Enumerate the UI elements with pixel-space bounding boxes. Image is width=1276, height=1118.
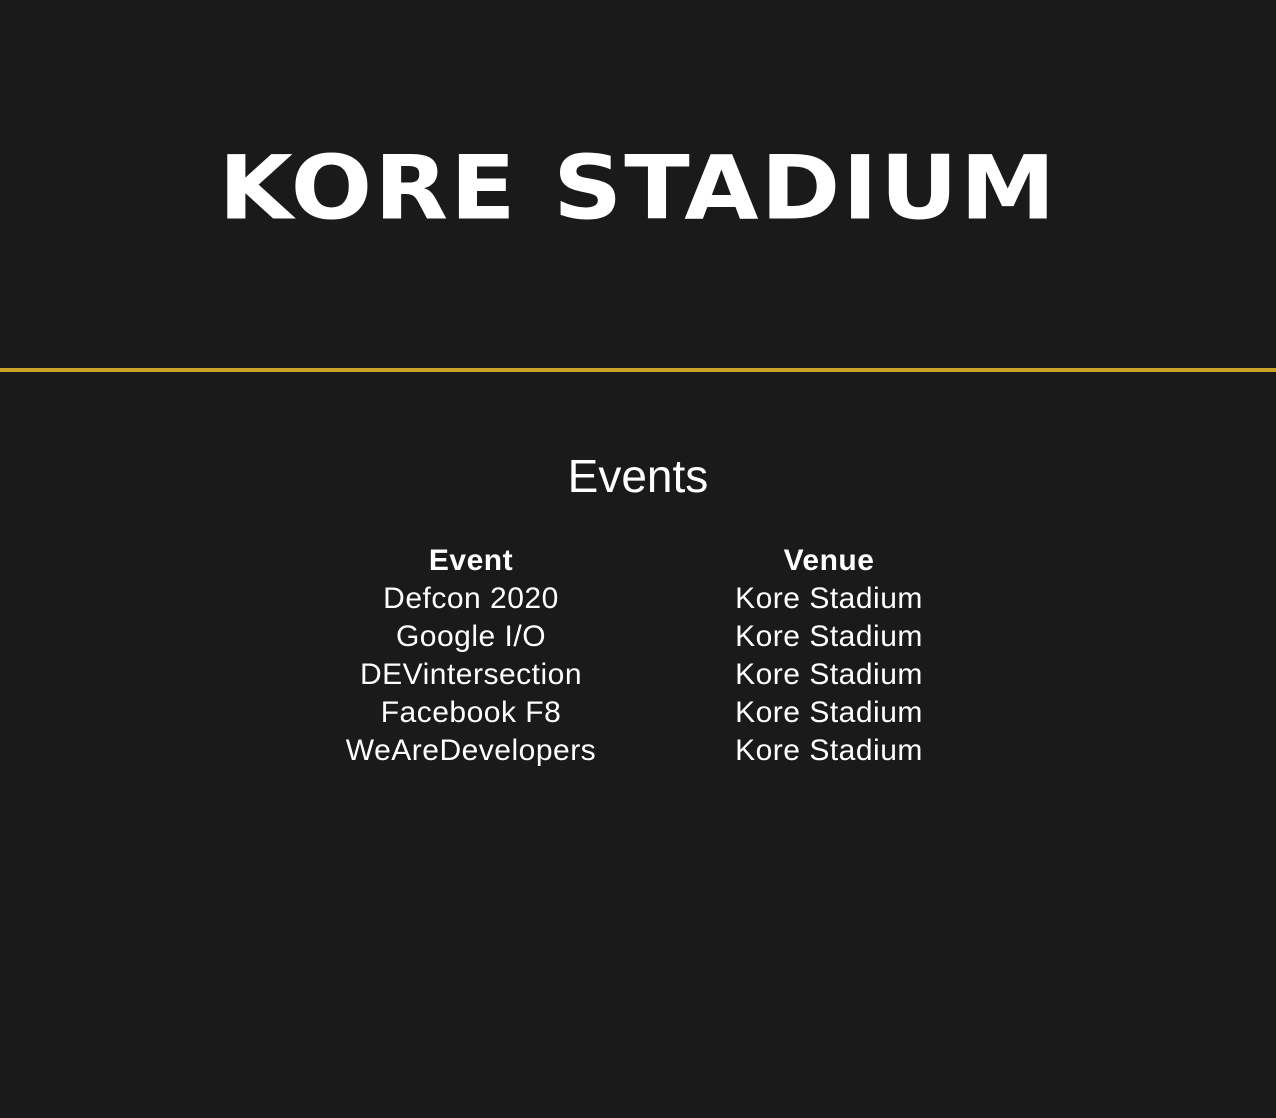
event-name-cell: WeAreDevelopers [345,734,597,767]
event-name-cell: DEVintersection [359,658,583,691]
venue-cell: Kore Stadium [735,696,923,729]
venue-cell: Kore Stadium [735,658,923,691]
column-header-event: Event [428,544,514,577]
hero-banner: KORE STADIUM [0,0,1276,372]
event-name-cell: Google I/O [395,620,547,653]
table-row: DEVintersection Kore Stadium [292,656,1008,694]
table-row: WeAreDevelopers Kore Stadium [292,732,1008,770]
events-heading: Events [567,450,709,502]
event-name-cell: Facebook F8 [380,696,562,729]
table-row: Defcon 2020 Kore Stadium [292,580,1008,618]
table-row: Facebook F8 Kore Stadium [292,694,1008,732]
table-header-row: Event Venue [292,542,1008,580]
column-header-venue: Venue [783,544,875,577]
site-title: KORE STADIUM [218,136,1058,240]
table-row: Google I/O Kore Stadium [292,618,1008,656]
events-table: Event Venue Defcon 2020 Kore Stadium Goo… [292,542,1008,770]
venue-cell: Kore Stadium [735,620,923,653]
venue-cell: Kore Stadium [735,582,923,615]
event-name-cell: Defcon 2020 [383,582,559,615]
venue-cell: Kore Stadium [735,734,923,767]
